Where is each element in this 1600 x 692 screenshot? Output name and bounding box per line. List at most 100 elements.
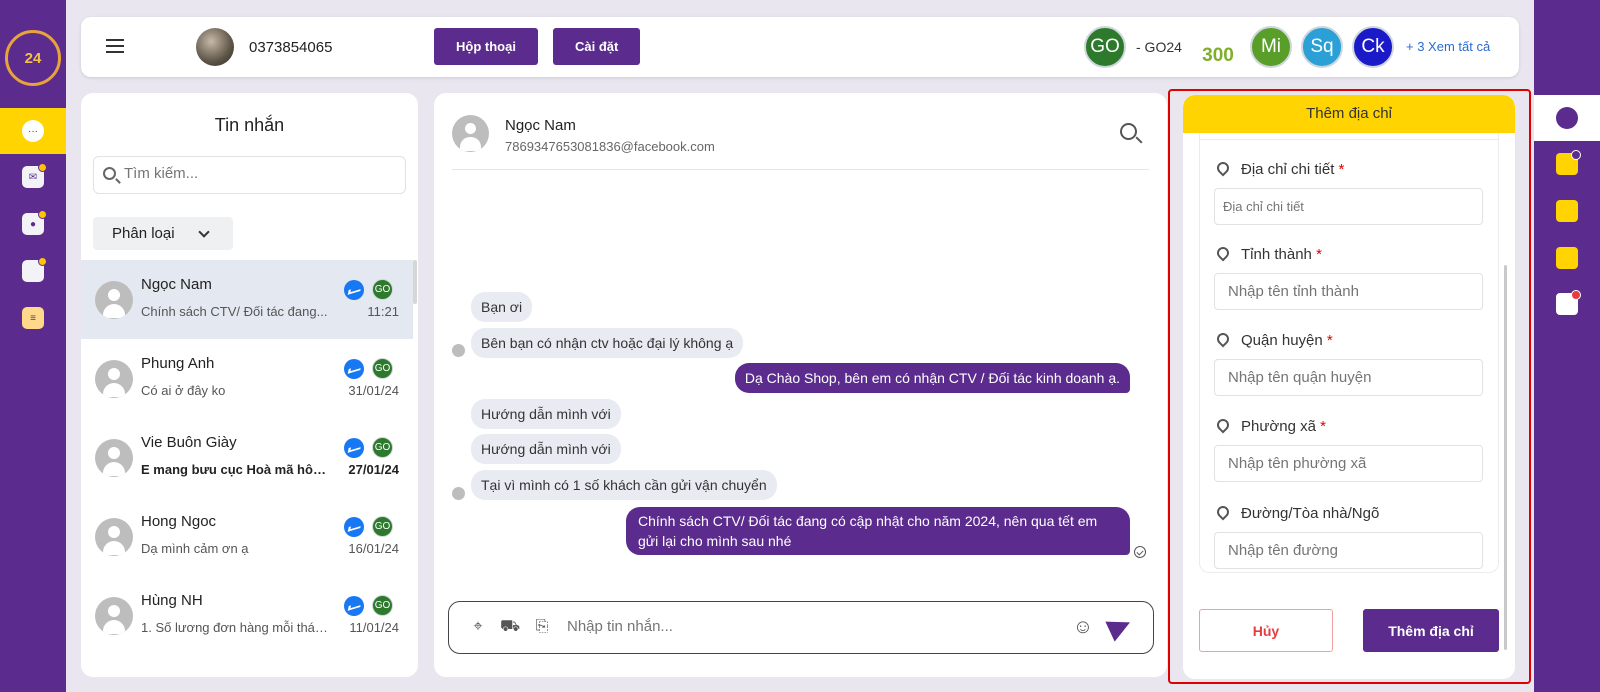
app-logo[interactable]: 24 xyxy=(5,30,61,86)
channel-logo-300[interactable]: 300 xyxy=(1198,27,1238,67)
channel-chip-ck-label: Ck xyxy=(1361,36,1385,57)
channel-chip-mi[interactable]: Mi xyxy=(1250,26,1292,68)
channel-badge: GO xyxy=(372,516,393,537)
conversation-item[interactable]: Hong Ngoc Dạ mình cảm ơn ạ GO 16/01/24 xyxy=(81,497,413,576)
conversation-scrollbar[interactable] xyxy=(413,260,417,304)
required-marker: * xyxy=(1338,161,1345,178)
rail-item-folder[interactable] xyxy=(0,248,66,294)
conversation-preview: Chính sách CTV/ Đối tác đang... xyxy=(141,304,328,319)
required-marker: * xyxy=(1320,418,1326,435)
rail-item-note-edit[interactable] xyxy=(1534,281,1600,327)
rail-item-mail[interactable]: ✉ xyxy=(0,154,66,200)
menu-icon[interactable] xyxy=(106,39,124,53)
tag-icon[interactable]: ⌖ xyxy=(468,617,488,637)
conversation-preview: Dạ mình cảm ơn ạ xyxy=(141,541,249,556)
field-label-text: Phường xã xyxy=(1241,418,1316,435)
rail-item-inbox-user[interactable]: ● xyxy=(0,201,66,247)
emoji-icon[interactable]: ☺ xyxy=(1073,616,1093,638)
detail-address-input[interactable] xyxy=(1214,188,1483,225)
location-pin-icon xyxy=(1214,416,1232,434)
form-scrollbar[interactable] xyxy=(1504,265,1507,650)
cart-add-icon[interactable]: ⛟ xyxy=(500,617,520,637)
avatar xyxy=(95,360,133,398)
location-pin-icon xyxy=(1214,159,1232,177)
rail-item-chat[interactable]: ··· xyxy=(0,108,66,154)
conversation-item[interactable]: Ngọc Nam Chính sách CTV/ Đối tác đang...… xyxy=(81,260,413,339)
channel-chip-go[interactable]: GO xyxy=(1084,26,1126,68)
messenger-icon xyxy=(344,438,364,458)
cancel-button[interactable]: Hủy xyxy=(1199,609,1333,652)
conversation-time: 16/01/24 xyxy=(348,541,399,556)
channel-chip-ck[interactable]: Ck xyxy=(1352,26,1394,68)
settings-button[interactable]: Cài đặt xyxy=(553,28,641,65)
field-label-street: Đường/Tòa nhà/Ngõ xyxy=(1214,503,1379,522)
conversation-item[interactable]: Phung Anh Có ai ở đây ko GO 31/01/24 xyxy=(81,339,413,418)
field-label-district: Quận huyện * xyxy=(1214,330,1333,349)
province-input[interactable] xyxy=(1214,273,1483,310)
attachment-icon[interactable]: ⎘ xyxy=(532,617,552,637)
messages-title: Tin nhắn xyxy=(214,115,285,135)
inbox-user-icon: ● xyxy=(22,210,47,235)
conversation-preview: E mang bưu cục Hoà mã hôm... xyxy=(141,462,331,477)
district-input[interactable] xyxy=(1214,359,1483,396)
left-nav-rail: 24 ··· ✉ ● ≡ xyxy=(0,0,66,692)
page-avatar[interactable] xyxy=(196,28,234,66)
sender-avatar xyxy=(452,487,465,500)
messages-panel: Tin nhắn Phân loại Ngọc Nam Chính sách C… xyxy=(81,93,418,677)
conversation-name: Ngọc Nam xyxy=(141,276,212,293)
message-search-input[interactable] xyxy=(124,165,394,182)
channel-badge: GO xyxy=(372,595,393,616)
clipboard-icon xyxy=(1556,200,1578,222)
rail-item-clipboard-list[interactable] xyxy=(1534,235,1600,281)
add-address-button[interactable]: Thêm địa chỉ xyxy=(1363,609,1499,652)
messenger-icon xyxy=(344,596,364,616)
messenger-icon xyxy=(344,359,364,379)
sender-avatar xyxy=(452,344,465,357)
contact-email: 7869347653081836@facebook.com xyxy=(505,139,715,154)
user-profile-icon xyxy=(1556,107,1578,129)
chat-panel: Ngọc Nam 7869347653081836@facebook.com B… xyxy=(434,93,1167,677)
message-input[interactable] xyxy=(567,618,1027,635)
location-pin-icon xyxy=(1214,244,1232,262)
search-icon xyxy=(103,167,116,180)
conversation-time: 27/01/24 xyxy=(348,462,399,477)
ward-input[interactable] xyxy=(1214,445,1483,482)
address-form: Địa chỉ chi tiết * Tỉnh thành * Quận huy… xyxy=(1199,133,1499,573)
channel-chip-sq[interactable]: Sq xyxy=(1301,26,1343,68)
message-outgoing: Dạ Chào Shop, bên em có nhận CTV / Đối t… xyxy=(734,363,1130,393)
conversation-name: Vie Buôn Giày xyxy=(141,434,237,451)
channel-chip-mi-label: Mi xyxy=(1260,36,1282,57)
channel-chip-sq-label: Sq xyxy=(1310,36,1334,57)
conversation-item[interactable]: Hùng NH 1. Số lương đơn hàng mỗi thán...… xyxy=(81,576,413,655)
chevron-down-icon xyxy=(198,226,210,238)
rail-item-clipboard[interactable] xyxy=(1534,188,1600,234)
avatar xyxy=(95,439,133,477)
required-marker: * xyxy=(1326,332,1333,349)
location-pin-icon xyxy=(1214,503,1232,521)
filter-label: Phân loại xyxy=(112,225,175,242)
see-all-link[interactable]: + 3 Xem tất cả xyxy=(1406,39,1490,54)
top-header: 0373854065 Hộp thoại Cài đặt GO - GO24 3… xyxy=(81,17,1519,77)
field-label-detail: Địa chỉ chi tiết * xyxy=(1214,159,1345,178)
message-incoming: Tại vì mình có 1 số khách cần gửi vận ch… xyxy=(471,470,777,500)
rail-item-profile[interactable] xyxy=(1534,95,1600,141)
channel-chip-go-label: GO xyxy=(1090,36,1120,57)
message-incoming: Bạn ơi xyxy=(471,292,533,322)
rail-item-document[interactable]: ≡ xyxy=(0,295,66,341)
field-label-text: Địa chỉ chi tiết xyxy=(1241,161,1335,178)
app-logo-text: 24 xyxy=(24,49,42,67)
chat-bubble-icon: ··· xyxy=(22,120,44,142)
filter-dropdown[interactable]: Phân loại xyxy=(93,217,233,250)
message-search[interactable] xyxy=(93,156,406,194)
conversation-name: Hùng NH xyxy=(141,592,203,609)
rail-item-add-order[interactable] xyxy=(1534,141,1600,187)
conversations-button[interactable]: Hộp thoại xyxy=(434,28,538,65)
conversation-time: 11:21 xyxy=(367,304,399,319)
send-icon[interactable] xyxy=(1105,612,1135,642)
street-input[interactable] xyxy=(1214,532,1483,569)
chat-search-icon[interactable] xyxy=(1120,123,1137,140)
field-label-ward: Phường xã * xyxy=(1214,416,1326,435)
conversation-list: Ngọc Nam Chính sách CTV/ Đối tác đang...… xyxy=(81,260,413,655)
conversation-item[interactable]: Vie Buôn Giày E mang bưu cục Hoà mã hôm.… xyxy=(81,418,413,497)
contact-avatar xyxy=(452,115,489,152)
